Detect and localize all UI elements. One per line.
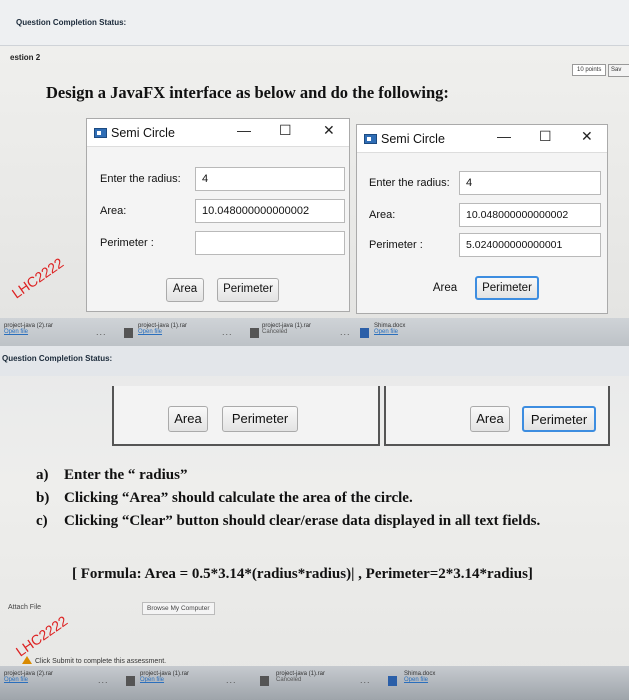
download-action-link[interactable]: Open file	[4, 329, 53, 335]
instruction-letter: c)	[36, 513, 48, 529]
status-title: Question Completion Status:	[16, 18, 127, 27]
more-options-icon[interactable]: ...	[360, 675, 371, 685]
perimeter-button[interactable]: Perimeter	[522, 406, 596, 432]
radius-label: Enter the radius:	[369, 177, 450, 189]
app-icon	[364, 134, 377, 144]
points-badge: 10 points	[572, 64, 607, 76]
javafx-window-right: Semi Circle — ☐ ✕ Enter the radius: 4 Ar…	[356, 124, 608, 314]
perimeter-field[interactable]	[195, 231, 345, 255]
word-document-icon	[388, 676, 397, 686]
download-item[interactable]: project-java (2).rar Open file	[4, 323, 53, 335]
download-action-link[interactable]: Open file	[404, 677, 435, 683]
handwritten-scribble: LHC2222	[8, 254, 67, 302]
area-button[interactable]: Area	[166, 278, 204, 302]
radius-input[interactable]: 4	[459, 171, 601, 195]
download-item[interactable]: project-java (1).rar Canceled	[276, 671, 325, 683]
window-title: Semi Circle	[381, 132, 445, 146]
perimeter-button[interactable]: Perimeter	[222, 406, 298, 432]
perimeter-button[interactable]: Perimeter	[475, 276, 539, 300]
window-titlebar: Semi Circle — ☐ ✕	[357, 125, 607, 153]
download-action-link[interactable]: Open file	[140, 677, 189, 683]
instruction-text: Clicking “Clear” button should clear/era…	[64, 513, 541, 529]
download-item[interactable]: project-java (1).rar Canceled	[262, 323, 311, 335]
submit-instruction-text: Click Submit to complete this assessment…	[35, 658, 167, 665]
minimize-icon[interactable]: —	[497, 128, 511, 144]
warning-icon	[22, 656, 32, 664]
app-icon	[94, 128, 107, 138]
perimeter-button[interactable]: Perimeter	[217, 278, 279, 302]
radius-label: Enter the radius:	[100, 173, 181, 185]
maximize-icon[interactable]: ☐	[279, 122, 292, 139]
question-heading: Design a JavaFX interface as below and d…	[46, 83, 449, 102]
radius-input[interactable]: 4	[195, 167, 345, 191]
javafx-window-left: Semi Circle — ☐ ✕ Enter the radius: 4 Ar…	[86, 118, 350, 312]
area-label: Area:	[369, 209, 396, 221]
perimeter-label: Perimeter :	[100, 237, 154, 249]
download-item[interactable]: Shima.docx Open file	[374, 323, 405, 335]
instruction-item: a) Enter the “ radius”	[36, 464, 540, 487]
word-document-icon	[360, 328, 369, 338]
downloads-bar: project-java (2).rar Open file ... proje…	[0, 318, 629, 346]
area-button[interactable]: Area	[470, 406, 510, 432]
area-field[interactable]: 10.048000000000002	[459, 203, 601, 227]
area-field[interactable]: 10.048000000000002	[195, 199, 345, 223]
download-item[interactable]: project-java (1).rar Open file	[140, 671, 189, 683]
close-icon[interactable]: ✕	[581, 128, 593, 145]
browse-computer-button[interactable]: Browse My Computer	[142, 602, 215, 615]
area-label: Area:	[100, 205, 127, 217]
file-icon	[250, 328, 259, 338]
javafx-window-left-partial: Area Perimeter	[112, 386, 380, 446]
formula-text: [ Formula: Area = 0.5*3.14*(radius*radiu…	[72, 566, 533, 582]
file-icon	[124, 328, 133, 338]
window-titlebar: Semi Circle — ☐ ✕	[87, 119, 349, 147]
perimeter-field[interactable]: 5.024000000000001	[459, 233, 601, 257]
status-strip: Question Completion Status:	[0, 0, 629, 46]
submit-instruction: Click Submit to complete this assessment…	[22, 656, 166, 665]
save-answer-button[interactable]: Sav	[608, 64, 629, 77]
area-button[interactable]: Area	[168, 406, 208, 432]
instruction-list: a) Enter the “ radius” b) Clicking “Area” …	[36, 464, 540, 533]
instruction-letter: b)	[36, 490, 50, 506]
download-item[interactable]: project-java (1).rar Open file	[138, 323, 187, 335]
instruction-item: c) Clicking “Clear” button should clear/e…	[36, 510, 540, 533]
more-options-icon[interactable]: ...	[96, 327, 107, 337]
instruction-text: Enter the “ radius”	[64, 467, 188, 483]
download-status: Canceled	[276, 677, 302, 683]
download-item[interactable]: Shima.docx Open file	[404, 671, 435, 683]
attach-file-label: Attach File	[8, 604, 42, 611]
download-status: Canceled	[262, 329, 288, 335]
bottom-photo: Question Completion Status: Area Perimet…	[0, 346, 629, 700]
javafx-window-right-partial: Area Perimeter	[384, 386, 610, 446]
handwritten-scribble: LHC2222	[12, 612, 71, 660]
status-title: Question Completion Status:	[2, 354, 113, 363]
top-photo: Question Completion Status: estion 2 10 …	[0, 0, 629, 346]
maximize-icon[interactable]: ☐	[539, 128, 552, 145]
minimize-icon[interactable]: —	[237, 122, 251, 138]
question-number: estion 2	[10, 53, 41, 62]
close-icon[interactable]: ✕	[323, 122, 335, 139]
file-icon	[126, 676, 135, 686]
download-item[interactable]: project-java (2).rar Open file	[4, 671, 53, 683]
instruction-item: b) Clicking “Area” should calculate the a…	[36, 487, 540, 510]
download-action-link[interactable]: Open file	[4, 677, 53, 683]
status-strip: Question Completion Status:	[0, 346, 629, 376]
perimeter-label: Perimeter :	[369, 239, 423, 251]
more-options-icon[interactable]: ...	[340, 327, 351, 337]
download-action-link[interactable]: Open file	[374, 329, 405, 335]
instruction-letter: a)	[36, 467, 49, 483]
file-icon	[260, 676, 269, 686]
area-button[interactable]: Area	[427, 277, 463, 301]
instruction-text: Clicking “Area” should calculate the are…	[64, 490, 413, 506]
more-options-icon[interactable]: ...	[222, 327, 233, 337]
download-action-link[interactable]: Open file	[138, 329, 187, 335]
downloads-bar: project-java (2).rar Open file ... proje…	[0, 666, 629, 700]
more-options-icon[interactable]: ...	[226, 675, 237, 685]
more-options-icon[interactable]: ...	[98, 675, 109, 685]
window-title: Semi Circle	[111, 126, 175, 140]
